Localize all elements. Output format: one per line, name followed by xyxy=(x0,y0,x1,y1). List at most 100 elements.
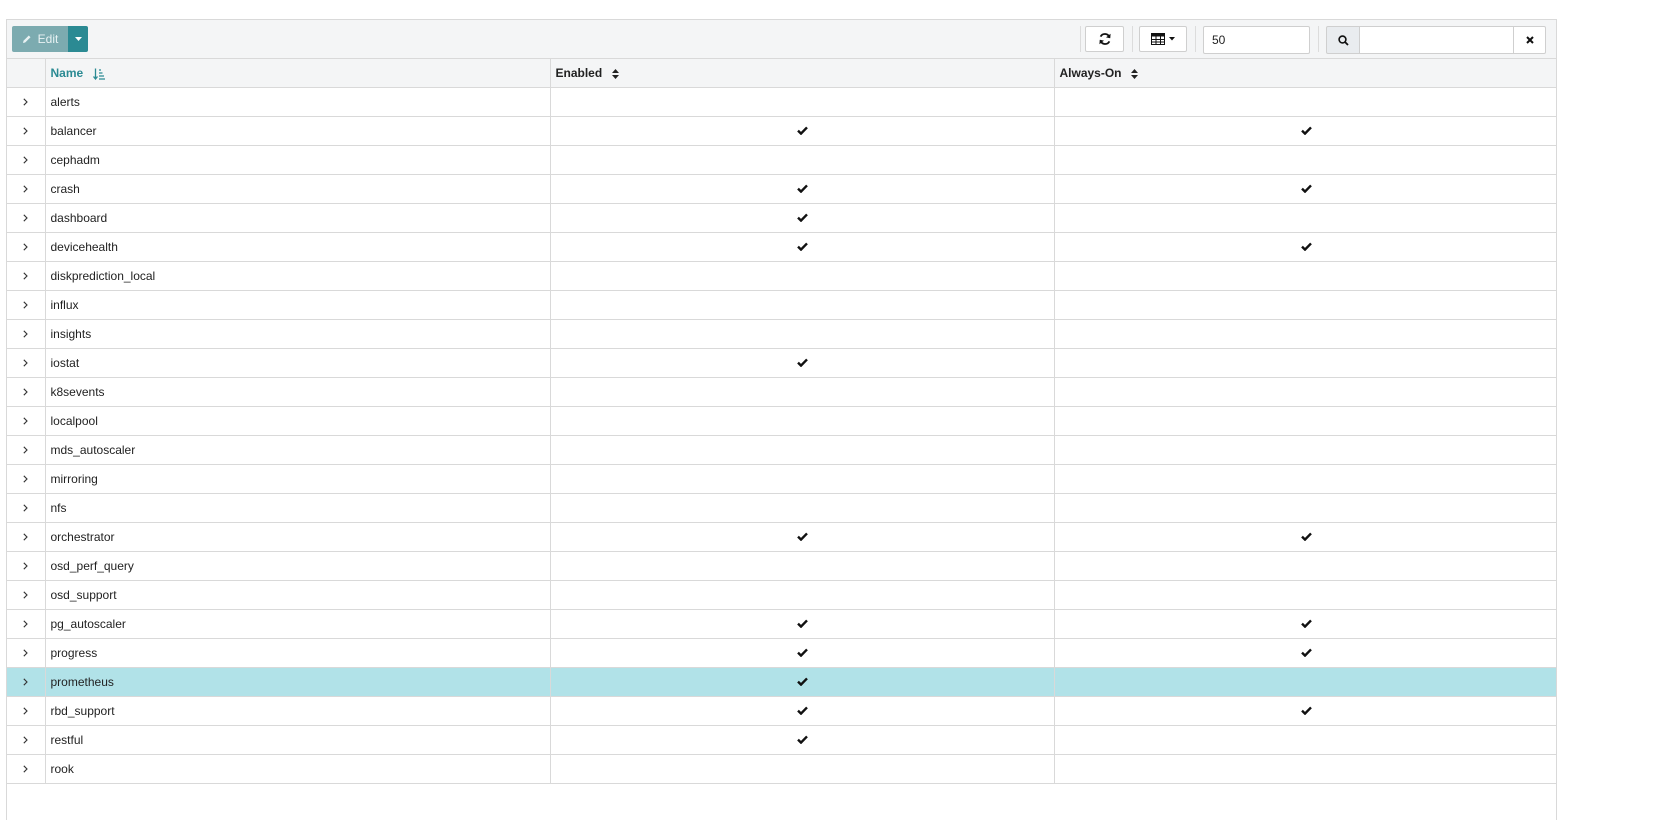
table-row[interactable]: k8sevents xyxy=(7,377,1556,407)
column-toggle-button[interactable] xyxy=(1139,26,1187,52)
enabled-cell xyxy=(550,232,1055,262)
table-row[interactable]: diskprediction_local xyxy=(7,261,1556,291)
table-row[interactable]: balancer xyxy=(7,116,1556,146)
row-expand-toggle[interactable] xyxy=(7,609,46,639)
chevron-right-icon xyxy=(23,272,29,280)
header-name[interactable]: Name xyxy=(45,59,551,88)
chevron-right-icon xyxy=(23,562,29,570)
row-expand-toggle[interactable] xyxy=(7,638,46,668)
chevron-right-icon xyxy=(23,504,29,512)
always-on-cell xyxy=(1054,493,1556,523)
module-name-cell: mirroring xyxy=(45,464,551,494)
table-row[interactable]: devicehealth xyxy=(7,232,1556,262)
chevron-right-icon xyxy=(23,156,29,164)
chevron-right-icon xyxy=(23,330,29,338)
row-expand-toggle[interactable] xyxy=(7,696,46,726)
row-expand-toggle[interactable] xyxy=(7,493,46,523)
table-row[interactable]: progress xyxy=(7,638,1556,668)
table-row[interactable]: localpool xyxy=(7,406,1556,436)
table-row[interactable]: rook xyxy=(7,754,1556,784)
toolbar-divider xyxy=(1080,26,1081,52)
row-expand-toggle[interactable] xyxy=(7,319,46,349)
table-row[interactable]: rbd_support xyxy=(7,696,1556,726)
search-input[interactable] xyxy=(1359,26,1514,54)
enabled-cell xyxy=(550,435,1055,465)
check-icon xyxy=(1300,619,1312,628)
module-name-cell: influx xyxy=(45,290,551,320)
check-icon xyxy=(796,242,808,251)
table-row[interactable]: mirroring xyxy=(7,464,1556,494)
chevron-right-icon xyxy=(23,475,29,483)
row-expand-toggle[interactable] xyxy=(7,551,46,581)
chevron-right-icon xyxy=(23,98,29,106)
row-expand-toggle[interactable] xyxy=(7,580,46,610)
table-row[interactable]: pg_autoscaler xyxy=(7,609,1556,639)
clear-search-button[interactable] xyxy=(1513,26,1546,54)
always-on-cell xyxy=(1054,203,1556,233)
check-icon xyxy=(1300,706,1312,715)
row-expand-toggle[interactable] xyxy=(7,87,46,117)
modules-table: Name Enabled Always-On alerts balancer c… xyxy=(7,59,1556,784)
chevron-right-icon xyxy=(23,185,29,193)
enabled-cell xyxy=(550,696,1055,726)
enabled-cell xyxy=(550,406,1055,436)
table-row[interactable]: osd_support xyxy=(7,580,1556,610)
table-row[interactable]: influx xyxy=(7,290,1556,320)
table-row[interactable]: nfs xyxy=(7,493,1556,523)
always-on-cell xyxy=(1054,232,1556,262)
table-row[interactable]: crash xyxy=(7,174,1556,204)
table-toolbar: Edit xyxy=(7,20,1556,59)
chevron-right-icon xyxy=(23,533,29,541)
table-row[interactable]: orchestrator xyxy=(7,522,1556,552)
check-icon xyxy=(796,677,808,686)
table-row[interactable]: insights xyxy=(7,319,1556,349)
table-row[interactable]: alerts xyxy=(7,87,1556,117)
modules-table-panel: Edit 50 Name Enabled Always-On alerts ba… xyxy=(6,19,1557,820)
row-expand-toggle[interactable] xyxy=(7,232,46,262)
edit-dropdown-toggle[interactable] xyxy=(68,26,88,52)
check-icon xyxy=(796,735,808,744)
table-row[interactable]: mds_autoscaler xyxy=(7,435,1556,465)
page-limit-input[interactable] xyxy=(1203,26,1310,54)
table-row[interactable]: prometheus xyxy=(7,667,1556,697)
module-name-cell: diskprediction_local xyxy=(45,261,551,291)
row-expand-toggle[interactable] xyxy=(7,377,46,407)
edit-button-group: Edit xyxy=(12,26,88,52)
chevron-right-icon xyxy=(23,214,29,222)
check-icon xyxy=(796,126,808,135)
module-name-cell: k8sevents xyxy=(45,377,551,407)
row-expand-toggle[interactable] xyxy=(7,667,46,697)
table-row[interactable]: dashboard xyxy=(7,203,1556,233)
table-row[interactable]: osd_perf_query xyxy=(7,551,1556,581)
row-expand-toggle[interactable] xyxy=(7,348,46,378)
row-expand-toggle[interactable] xyxy=(7,261,46,291)
table-row[interactable]: restful xyxy=(7,725,1556,755)
toolbar-divider xyxy=(1195,26,1196,52)
always-on-cell xyxy=(1054,348,1556,378)
row-expand-toggle[interactable] xyxy=(7,406,46,436)
table-row[interactable]: cephadm xyxy=(7,145,1556,175)
edit-button[interactable]: Edit xyxy=(12,26,68,52)
row-expand-toggle[interactable] xyxy=(7,116,46,146)
header-enabled[interactable]: Enabled xyxy=(550,59,1055,88)
enabled-cell xyxy=(550,580,1055,610)
row-expand-toggle[interactable] xyxy=(7,464,46,494)
row-expand-toggle[interactable] xyxy=(7,174,46,204)
row-expand-toggle[interactable] xyxy=(7,290,46,320)
chevron-right-icon xyxy=(23,446,29,454)
always-on-cell xyxy=(1054,551,1556,581)
enabled-cell xyxy=(550,145,1055,175)
row-expand-toggle[interactable] xyxy=(7,522,46,552)
table-row[interactable]: iostat xyxy=(7,348,1556,378)
row-expand-toggle[interactable] xyxy=(7,754,46,784)
module-name-cell: alerts xyxy=(45,87,551,117)
module-name-cell: insights xyxy=(45,319,551,349)
row-expand-toggle[interactable] xyxy=(7,725,46,755)
refresh-button[interactable] xyxy=(1085,26,1124,52)
check-icon xyxy=(796,532,808,541)
row-expand-toggle[interactable] xyxy=(7,203,46,233)
sort-icon xyxy=(611,68,619,79)
header-always-on[interactable]: Always-On xyxy=(1054,59,1556,88)
row-expand-toggle[interactable] xyxy=(7,435,46,465)
row-expand-toggle[interactable] xyxy=(7,145,46,175)
